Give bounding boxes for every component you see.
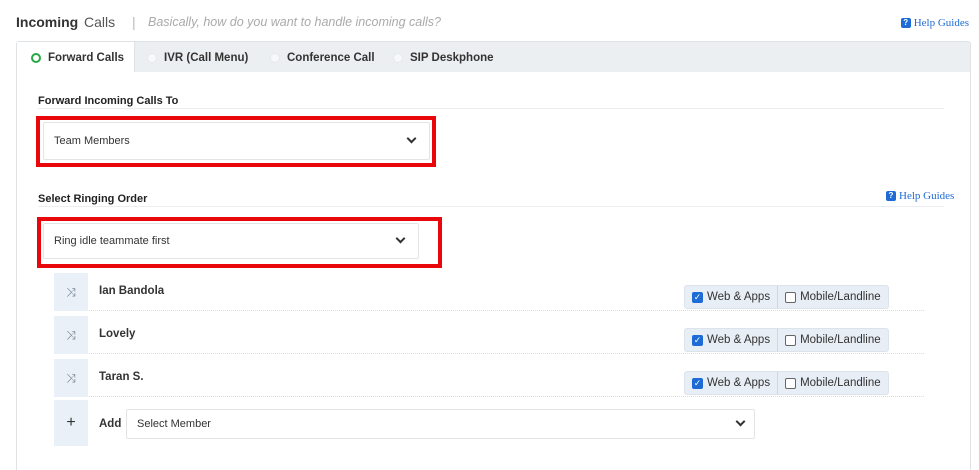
- tab-forward-calls[interactable]: Forward Calls: [17, 42, 136, 74]
- title-separator: |: [132, 14, 136, 30]
- radio-icon: [270, 52, 280, 63]
- mobile-landline-label: Mobile/Landline: [800, 377, 881, 389]
- tab-sip-deskphone[interactable]: SIP Deskphone: [393, 42, 494, 73]
- add-label: Add: [99, 418, 122, 430]
- web-apps-label: Web & Apps: [707, 291, 771, 303]
- checkbox-unchecked-icon[interactable]: [785, 334, 797, 346]
- call-device-options: ✓ Web & Apps Mobile/Landline: [684, 285, 889, 309]
- divider: [38, 206, 944, 207]
- checkbox-checked-icon[interactable]: ✓: [692, 377, 703, 389]
- chevron-down-icon: [735, 416, 746, 427]
- question-icon: ?: [900, 18, 911, 28]
- divider: [38, 108, 944, 109]
- radio-icon: [147, 52, 157, 63]
- tab-bar: Forward Calls IVR (Call Menu) Conference…: [16, 41, 971, 74]
- mobile-landline-option[interactable]: Mobile/Landline: [777, 372, 888, 394]
- checkbox-unchecked-icon[interactable]: [785, 291, 797, 303]
- page-subtitle: Basically, how do you want to handle inc…: [148, 15, 441, 29]
- member-name: Taran S.: [99, 371, 144, 383]
- select-member-placeholder: Select Member: [137, 418, 211, 430]
- shuffle-icon[interactable]: ⤨: [54, 359, 88, 397]
- web-apps-option[interactable]: ✓ Web & Apps: [685, 286, 777, 308]
- shuffle-icon[interactable]: ⤨: [54, 273, 88, 311]
- select-member-dropdown[interactable]: Select Member: [126, 409, 755, 439]
- page-title-bold: Incoming: [16, 14, 79, 30]
- member-row: ⤨ Taran S. ✓ Web & Apps Mobile/Landline: [54, 359, 924, 397]
- ringing-help-guides-link[interactable]: ? Help Guides: [886, 190, 954, 202]
- radio-icon: [393, 52, 403, 63]
- member-name: Ian Bandola: [99, 285, 165, 297]
- highlight-box-ringing: [37, 217, 442, 268]
- member-name: Lovely: [99, 328, 136, 340]
- web-apps-label: Web & Apps: [707, 377, 771, 389]
- tab-label: Forward Calls: [48, 52, 125, 64]
- ringing-order-label: Select Ringing Order: [38, 193, 148, 205]
- checkbox-checked-icon[interactable]: ✓: [692, 334, 703, 346]
- tab-label: SIP Deskphone: [410, 51, 494, 64]
- help-guides-label: Help Guides: [899, 190, 955, 202]
- mobile-landline-label: Mobile/Landline: [800, 334, 881, 346]
- member-row: ⤨ Ian Bandola ✓ Web & Apps Mobile/Landli…: [54, 273, 924, 311]
- tab-label: Conference Call: [287, 51, 375, 64]
- member-row: ⤨ Lovely ✓ Web & Apps Mobile/Landline: [54, 316, 924, 354]
- radio-icon: [31, 53, 41, 63]
- mobile-landline-label: Mobile/Landline: [800, 291, 881, 303]
- call-device-options: ✓ Web & Apps Mobile/Landline: [684, 328, 889, 352]
- mobile-landline-option[interactable]: Mobile/Landline: [777, 286, 888, 308]
- question-icon: ?: [886, 191, 896, 201]
- help-guides-link[interactable]: ? Help Guides: [900, 17, 969, 29]
- mobile-landline-option[interactable]: Mobile/Landline: [777, 329, 888, 351]
- shuffle-icon[interactable]: ⤨: [54, 316, 88, 354]
- tab-conference-call[interactable]: Conference Call: [270, 42, 375, 73]
- checkbox-unchecked-icon[interactable]: [785, 377, 797, 389]
- tab-label: IVR (Call Menu): [164, 51, 249, 64]
- tab-ivr-call-menu[interactable]: IVR (Call Menu): [147, 42, 248, 73]
- web-apps-option[interactable]: ✓ Web & Apps: [685, 372, 777, 394]
- web-apps-option[interactable]: ✓ Web & Apps: [685, 329, 777, 351]
- call-device-options: ✓ Web & Apps Mobile/Landline: [684, 371, 889, 395]
- page-header: Incoming Calls | Basically, how do you w…: [16, 8, 971, 38]
- checkbox-checked-icon[interactable]: ✓: [692, 291, 703, 303]
- highlight-box-forward: [36, 116, 436, 167]
- page-title-rest: Calls: [84, 14, 116, 30]
- forward-to-label: Forward Incoming Calls To: [38, 95, 179, 107]
- help-guides-label: Help Guides: [913, 17, 969, 29]
- web-apps-label: Web & Apps: [707, 334, 771, 346]
- plus-icon[interactable]: +: [54, 400, 88, 446]
